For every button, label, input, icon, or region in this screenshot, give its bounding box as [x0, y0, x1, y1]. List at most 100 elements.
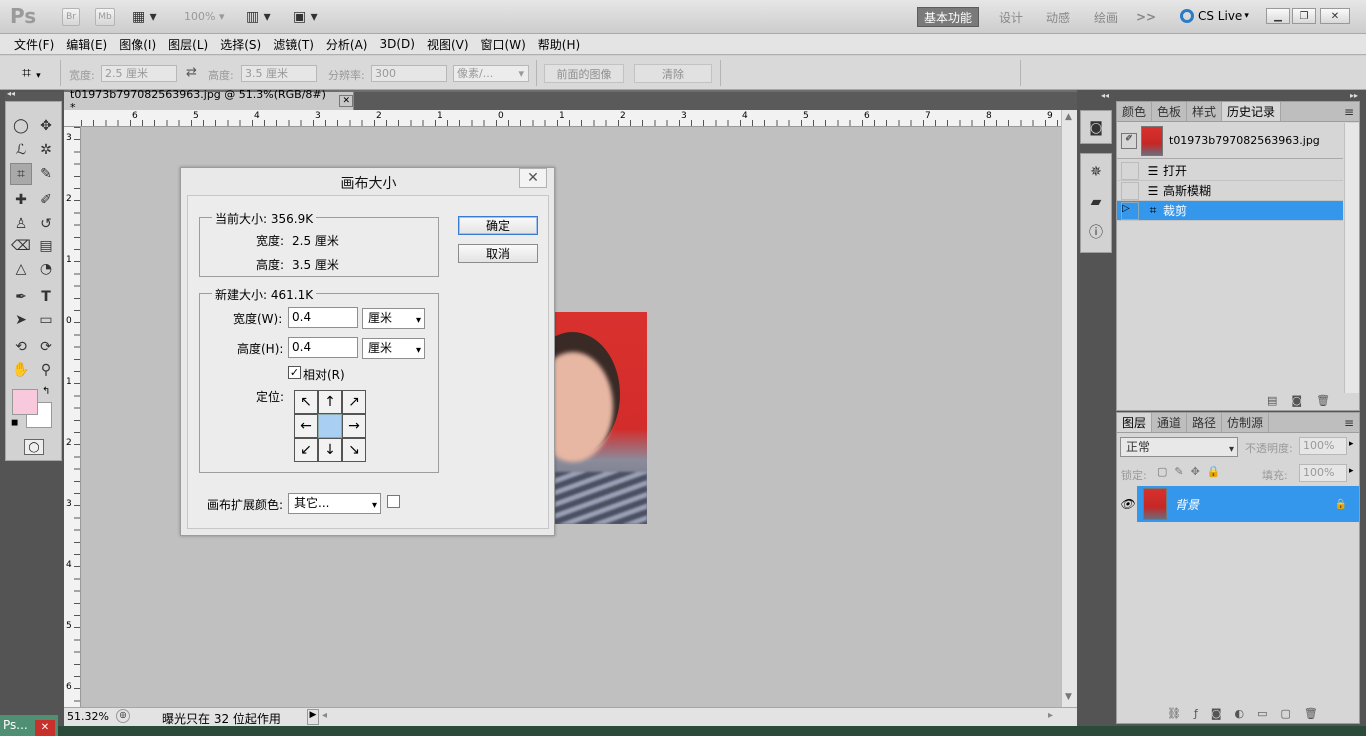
brush-tool-icon[interactable]: ✐	[35, 189, 57, 211]
eyedropper-tool-icon[interactable]: ✎	[35, 163, 57, 185]
panel-menu-icon[interactable]: ≡	[1339, 102, 1359, 121]
menu-view[interactable]: 视图(V)	[421, 36, 475, 53]
3d-orbit-tool-icon[interactable]: ⟳	[35, 336, 57, 358]
anchor-n[interactable]: ↑	[318, 390, 342, 414]
bridge-button[interactable]: Br	[62, 8, 80, 26]
anchor-e[interactable]: →	[342, 414, 366, 438]
scroll-up-icon[interactable]: ▲	[1065, 112, 1072, 122]
quick-mask-icon[interactable]: ◯	[24, 439, 44, 455]
tab-channels[interactable]: 通道	[1152, 413, 1188, 432]
zoom-tool-icon[interactable]: ⚲	[35, 359, 57, 381]
expand-icon[interactable]: ▸▸	[1350, 91, 1358, 100]
zoom-dropdown[interactable]: 100% ▾	[184, 10, 224, 23]
menu-window[interactable]: 窗口(W)	[475, 36, 532, 53]
new-height-unit-select[interactable]: 厘米 ▾	[362, 338, 425, 359]
fill-input[interactable]: 100%	[1299, 464, 1347, 482]
swap-colors-icon[interactable]: ↰	[42, 386, 50, 397]
arrange-documents-icon[interactable]: ▥ ▾	[246, 7, 271, 27]
minibridge-button[interactable]: Mb	[95, 8, 115, 26]
layer-row-background[interactable]: 👁 背景 🔒	[1117, 486, 1359, 522]
pen-tool-icon[interactable]: ✒	[10, 286, 32, 308]
document-tab[interactable]: t01973b797082563963.jpg @ 51.3%(RGB/8#) …	[64, 88, 354, 114]
tab-history[interactable]: 历史记录	[1222, 102, 1282, 121]
menu-help[interactable]: 帮助(H)	[532, 36, 586, 53]
path-selection-tool-icon[interactable]: ➤	[10, 309, 32, 331]
front-image-button[interactable]: 前面的图像	[544, 64, 624, 83]
dialog-close-button[interactable]: ✕	[519, 168, 547, 188]
default-colors-icon[interactable]: ◼	[11, 418, 18, 428]
move-tool-icon[interactable]: ✥	[35, 115, 57, 137]
layers-footer-icons[interactable]: ⛓ƒ◙◐▭▢🗑	[1167, 707, 1331, 720]
lock-icons[interactable]: ▢✎✥🔒	[1157, 465, 1228, 478]
history-snapshot[interactable]: ✐ t01973b797082563963.jpg	[1117, 123, 1343, 159]
tab-swatches[interactable]: 色板	[1152, 102, 1188, 121]
screen-mode-icon[interactable]: ▣ ▾	[293, 7, 318, 27]
menu-analysis[interactable]: 分析(A)	[320, 36, 374, 53]
menu-3d[interactable]: 3D(D)	[373, 37, 420, 51]
anchor-se[interactable]: ↘	[342, 438, 366, 462]
history-brush-slot[interactable]	[1121, 161, 1139, 180]
eraser-tool-icon[interactable]: ⌫	[10, 235, 32, 257]
histogram-icon[interactable]: ▰	[1085, 191, 1107, 213]
ok-button[interactable]: 确定	[458, 216, 538, 235]
crop-tool-preset-icon[interactable]: ⌗ ▾	[22, 63, 41, 83]
scroll-left-icon[interactable]: ◂	[322, 710, 327, 721]
tab-color[interactable]: 颜色	[1117, 102, 1153, 121]
blur-tool-icon[interactable]: △	[10, 258, 32, 280]
history-item-gaussian-blur[interactable]: ☰ 高斯模糊	[1117, 181, 1343, 201]
menu-file[interactable]: 文件(F)	[8, 36, 60, 53]
workspace-essentials[interactable]: 基本功能	[917, 7, 980, 27]
new-width-unit-select[interactable]: 厘米 ▾	[362, 308, 425, 329]
menu-edit[interactable]: 编辑(E)	[60, 36, 113, 53]
minimize-button[interactable]: ▁	[1266, 8, 1290, 24]
3d-rotate-tool-icon[interactable]: ⟲	[10, 336, 32, 358]
workspace-design[interactable]: 设计	[993, 7, 1029, 27]
foreground-color-swatch[interactable]	[12, 389, 38, 415]
resolution-input[interactable]: 300	[371, 65, 447, 82]
navigator-icon[interactable]: ✵	[1085, 161, 1107, 183]
anchor-w[interactable]: ←	[294, 414, 318, 438]
menu-image[interactable]: 图像(I)	[113, 36, 162, 53]
new-width-input[interactable]: 0.4	[288, 307, 358, 328]
magic-wand-tool-icon[interactable]: ✲	[35, 139, 57, 161]
ext-color-swatch[interactable]	[387, 495, 400, 508]
menu-select[interactable]: 选择(S)	[214, 36, 267, 53]
marquee-tool-icon[interactable]: ◯	[10, 115, 32, 137]
hand-tool-icon[interactable]: ✋	[10, 359, 32, 381]
close-tab-icon[interactable]: ✕	[339, 95, 353, 107]
history-state-marker-icon[interactable]: ▷	[1121, 201, 1139, 220]
collapse-icon[interactable]: ◂◂	[1101, 91, 1109, 100]
status-info-icon[interactable]: ◎	[116, 709, 130, 723]
camera-icon[interactable]: ◙	[1085, 117, 1107, 139]
restore-button[interactable]: ❐	[1292, 8, 1316, 24]
status-menu-arrow-icon[interactable]: ▶	[307, 709, 319, 725]
layer-name[interactable]: 背景	[1175, 496, 1199, 513]
ext-color-select[interactable]: 其它... ▾	[288, 493, 381, 514]
lasso-tool-icon[interactable]: ℒ	[10, 139, 32, 161]
history-brush-slot[interactable]	[1121, 181, 1139, 200]
height-input[interactable]: 3.5 厘米	[241, 65, 317, 82]
history-item-open[interactable]: ☰ 打开	[1117, 161, 1343, 181]
fill-arrow-icon[interactable]: ▸	[1349, 466, 1354, 476]
panel-menu-icon[interactable]: ≡	[1339, 413, 1359, 432]
cslive-menu[interactable]: CS Live ▾	[1180, 9, 1249, 23]
history-footer-icons[interactable]: ▤◙🗑	[1267, 394, 1344, 407]
brush-source-icon[interactable]: ✐	[1121, 132, 1137, 149]
clone-stamp-tool-icon[interactable]: ♙	[10, 213, 32, 235]
taskbar-close-icon[interactable]: ✕	[35, 720, 55, 736]
status-zoom[interactable]: 51.32%	[67, 710, 109, 723]
tab-styles[interactable]: 样式	[1187, 102, 1223, 121]
opacity-arrow-icon[interactable]: ▸	[1349, 439, 1354, 449]
workspace-more[interactable]: >>	[1130, 7, 1162, 27]
anchor-sw[interactable]: ↙	[294, 438, 318, 462]
tools-header[interactable]: ◂◂	[5, 89, 62, 101]
width-input[interactable]: 2.5 厘米	[101, 65, 177, 82]
swap-icon[interactable]: ⇄	[186, 65, 197, 80]
history-scrollbar[interactable]	[1344, 123, 1359, 393]
crop-tool-icon[interactable]: ⌗	[10, 163, 32, 185]
blend-mode-select[interactable]: 正常 ▾	[1120, 437, 1238, 457]
anchor-nw[interactable]: ↖	[294, 390, 318, 414]
opacity-input[interactable]: 100%	[1299, 437, 1347, 455]
tab-paths[interactable]: 路径	[1187, 413, 1223, 432]
menu-filter[interactable]: 滤镜(T)	[267, 36, 320, 53]
